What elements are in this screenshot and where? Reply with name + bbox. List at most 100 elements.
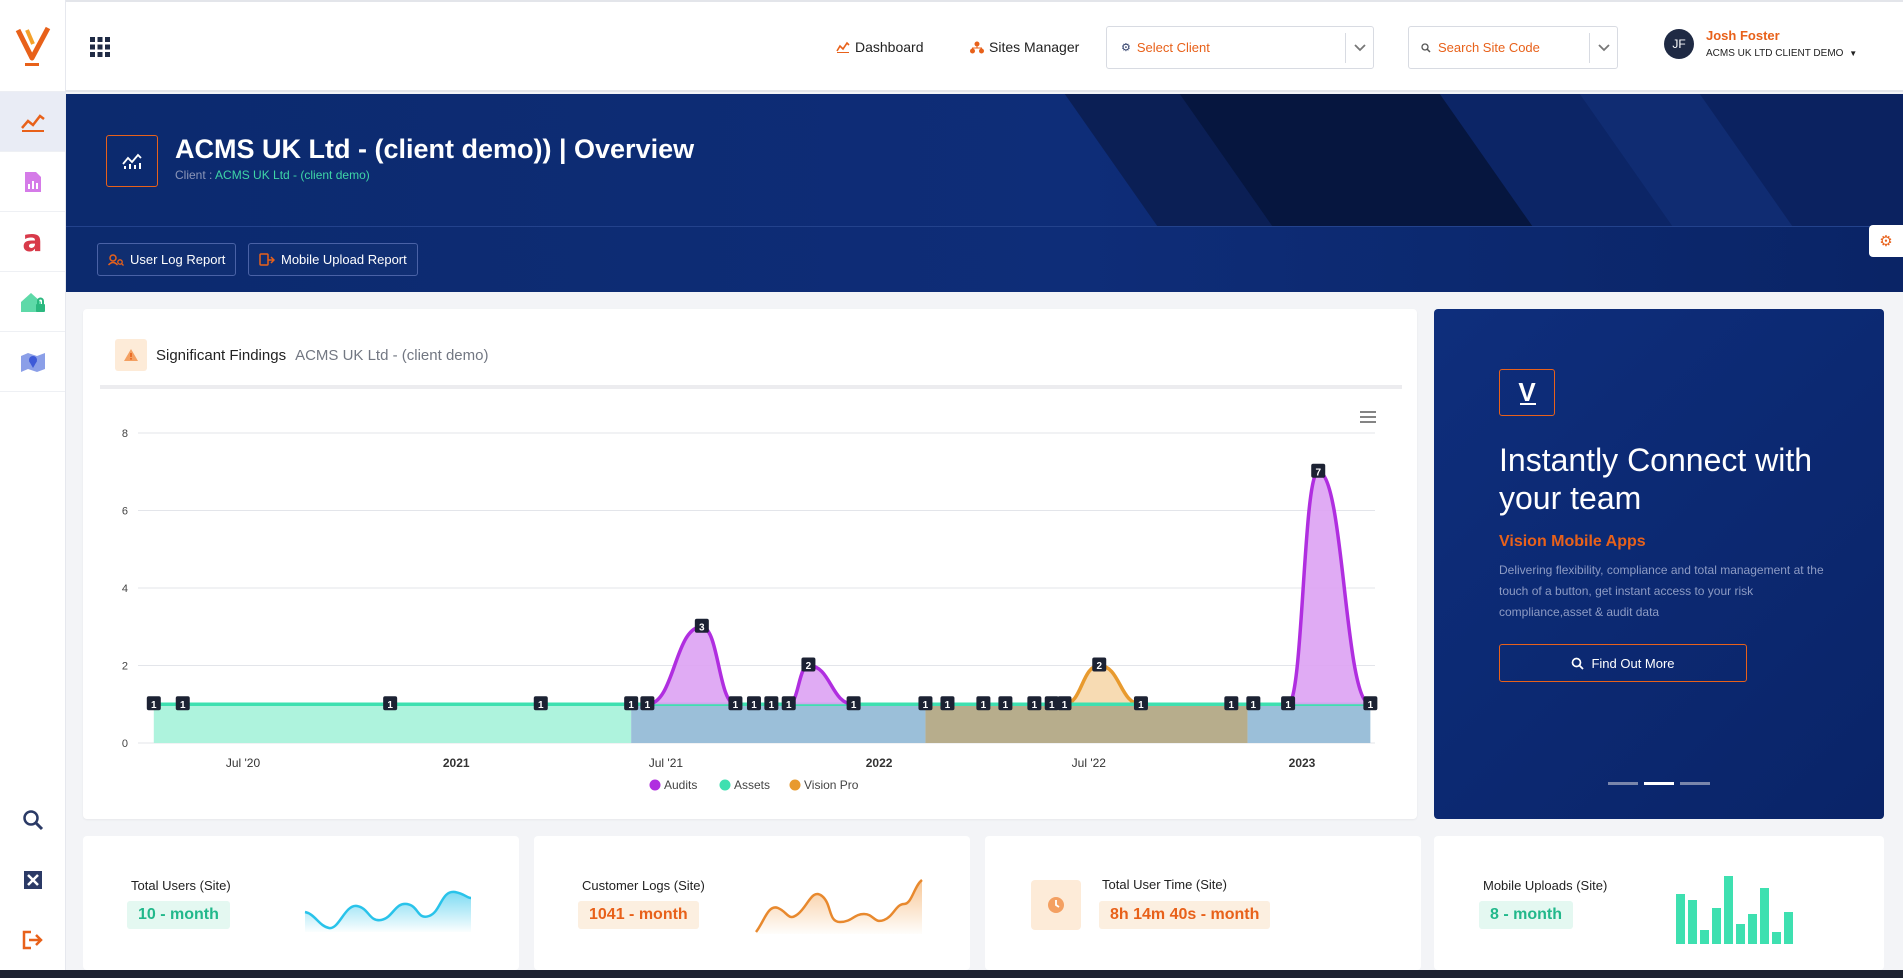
- top-bar: Dashboard Sites Manager ⚙ Select Client …: [66, 0, 1903, 92]
- apps-grid-icon[interactable]: [89, 36, 111, 58]
- data-label: 1: [151, 700, 157, 711]
- data-label: 1: [387, 700, 393, 711]
- x-tick-label: Jul '22: [1072, 756, 1107, 770]
- sidebar-item-dashboard[interactable]: [0, 92, 65, 152]
- settings-toggle[interactable]: ⚙: [1869, 225, 1903, 257]
- data-label: 1: [786, 700, 792, 711]
- data-label: 1: [923, 700, 929, 711]
- data-label: 1: [1062, 700, 1068, 711]
- find-out-more-button[interactable]: Find Out More: [1499, 644, 1747, 682]
- bar-sparkline: [1676, 876, 1793, 944]
- chevron-down-icon[interactable]: [1589, 33, 1617, 63]
- x-tick-label: Jul '21: [649, 756, 684, 770]
- carousel-dot[interactable]: [1680, 782, 1710, 785]
- sidebar-search[interactable]: [0, 790, 66, 850]
- sidebar-item-reports[interactable]: [0, 152, 65, 212]
- client-name: ACMS UK Ltd - (client demo): [215, 168, 370, 182]
- legend-marker: [649, 779, 661, 791]
- user-menu[interactable]: JF Josh Foster ACMS UK LTD CLIENT DEMO ▼: [1664, 28, 1857, 59]
- stat-card-mobile-uploads: Mobile Uploads (Site) 8 - month: [1434, 836, 1884, 970]
- avatar: JF: [1664, 28, 1694, 59]
- legend-marker: [719, 779, 731, 791]
- data-label: 1: [981, 700, 987, 711]
- promo-subtitle: Vision Mobile Apps: [1499, 533, 1646, 550]
- search-icon: [1572, 657, 1585, 670]
- x-tick-label: 2023: [1289, 756, 1316, 770]
- user-log-report-button[interactable]: User Log Report: [97, 243, 237, 276]
- sidebar-item-maps[interactable]: [0, 332, 65, 392]
- mobile-upload-icon: [259, 253, 275, 266]
- stat-card-customer-logs: Customer Logs (Site) 1041 - month: [534, 836, 970, 970]
- client-breadcrumb: Client : ACMS UK Ltd - (client demo): [175, 168, 370, 182]
- data-label: 2: [806, 661, 812, 672]
- site-code-search[interactable]: Search Site Code: [1408, 26, 1618, 69]
- nav-dashboard[interactable]: Dashboard: [836, 39, 924, 55]
- sparkline: [754, 879, 923, 934]
- app-logo[interactable]: [0, 0, 65, 92]
- legend-label: Vision Pro: [804, 778, 859, 792]
- stat-label: Customer Logs (Site): [582, 878, 705, 893]
- sidebar-tools[interactable]: [0, 850, 66, 910]
- x-tick-label: Jul '20: [226, 756, 261, 770]
- logout-icon: [22, 930, 43, 950]
- user-search-icon: [108, 253, 124, 266]
- y-tick-label: 6: [122, 506, 128, 518]
- data-label: 2: [1096, 661, 1102, 672]
- data-label: 1: [733, 700, 739, 711]
- data-label: 1: [751, 700, 757, 711]
- client-select-placeholder: Select Client: [1136, 40, 1210, 55]
- chevron-down-icon[interactable]: [1345, 33, 1373, 63]
- legend-label: Audits: [664, 778, 697, 792]
- page-title: ACMS UK Ltd - (client demo)) | Overview: [175, 134, 695, 164]
- data-label: 1: [1032, 700, 1038, 711]
- carousel-dot[interactable]: [1608, 782, 1638, 785]
- y-tick-label: 2: [122, 661, 128, 673]
- user-log-report-label: User Log Report: [130, 252, 226, 267]
- sidebar-item-properties[interactable]: [0, 272, 65, 332]
- series-area-band: [631, 704, 926, 743]
- series-area-band: [925, 704, 1248, 743]
- sidebar-item-audits[interactable]: a: [0, 212, 65, 272]
- vision-pro-area: [925, 665, 1232, 705]
- sidebar: a: [0, 0, 66, 970]
- legend-label: Assets: [734, 778, 770, 792]
- significant-findings-card: Significant Findings ACMS UK Ltd - (clie…: [83, 309, 1417, 819]
- data-label: 7: [1315, 467, 1321, 478]
- map-pin-icon: [20, 352, 45, 372]
- y-tick-label: 4: [122, 583, 128, 595]
- mobile-upload-report-button[interactable]: Mobile Upload Report: [248, 243, 418, 276]
- user-name: Josh Foster: [1706, 28, 1780, 43]
- document-chart-icon: [24, 171, 41, 192]
- site-code-placeholder: Search Site Code: [1438, 40, 1540, 55]
- data-label: 1: [1251, 700, 1257, 711]
- data-label: 1: [1138, 700, 1144, 711]
- x-tick-label: 2021: [443, 756, 470, 770]
- sidebar-logout[interactable]: [0, 910, 66, 970]
- stat-value: 8 - month: [1479, 901, 1573, 929]
- client-select[interactable]: ⚙ Select Client: [1106, 26, 1374, 69]
- stat-label: Total User Time (Site): [1102, 877, 1227, 892]
- data-label: 3: [699, 622, 705, 633]
- nav-sites-manager[interactable]: Sites Manager: [970, 39, 1079, 55]
- y-tick-label: 8: [122, 428, 128, 440]
- stat-value: 10 - month: [127, 901, 230, 929]
- user-org: ACMS UK LTD CLIENT DEMO ▼: [1706, 48, 1858, 59]
- carousel-dot[interactable]: [1644, 782, 1674, 785]
- stat-card-user-time: Total User Time (Site) 8h 14m 40s - mont…: [985, 836, 1421, 970]
- data-label: 1: [769, 700, 775, 711]
- stat-value: 1041 - month: [578, 901, 699, 929]
- find-out-more-label: Find Out More: [1591, 655, 1675, 671]
- nav-sites-manager-label: Sites Manager: [989, 39, 1080, 55]
- letter-a-icon: a: [22, 223, 43, 259]
- gear-icon: ⚙: [1121, 42, 1131, 54]
- stat-card-total-users: Total Users (Site) 10 - month: [83, 836, 519, 970]
- trend-chart-icon: [20, 113, 45, 132]
- data-label: 1: [645, 700, 651, 711]
- close-box-icon: [24, 871, 42, 889]
- nav-dashboard-label: Dashboard: [855, 39, 924, 55]
- mobile-upload-report-label: Mobile Upload Report: [281, 252, 407, 267]
- data-label: 1: [1049, 700, 1055, 711]
- promo-title: Instantly Connect with your team: [1499, 442, 1813, 516]
- data-label: 1: [628, 700, 634, 711]
- clock-icon: [1031, 880, 1081, 930]
